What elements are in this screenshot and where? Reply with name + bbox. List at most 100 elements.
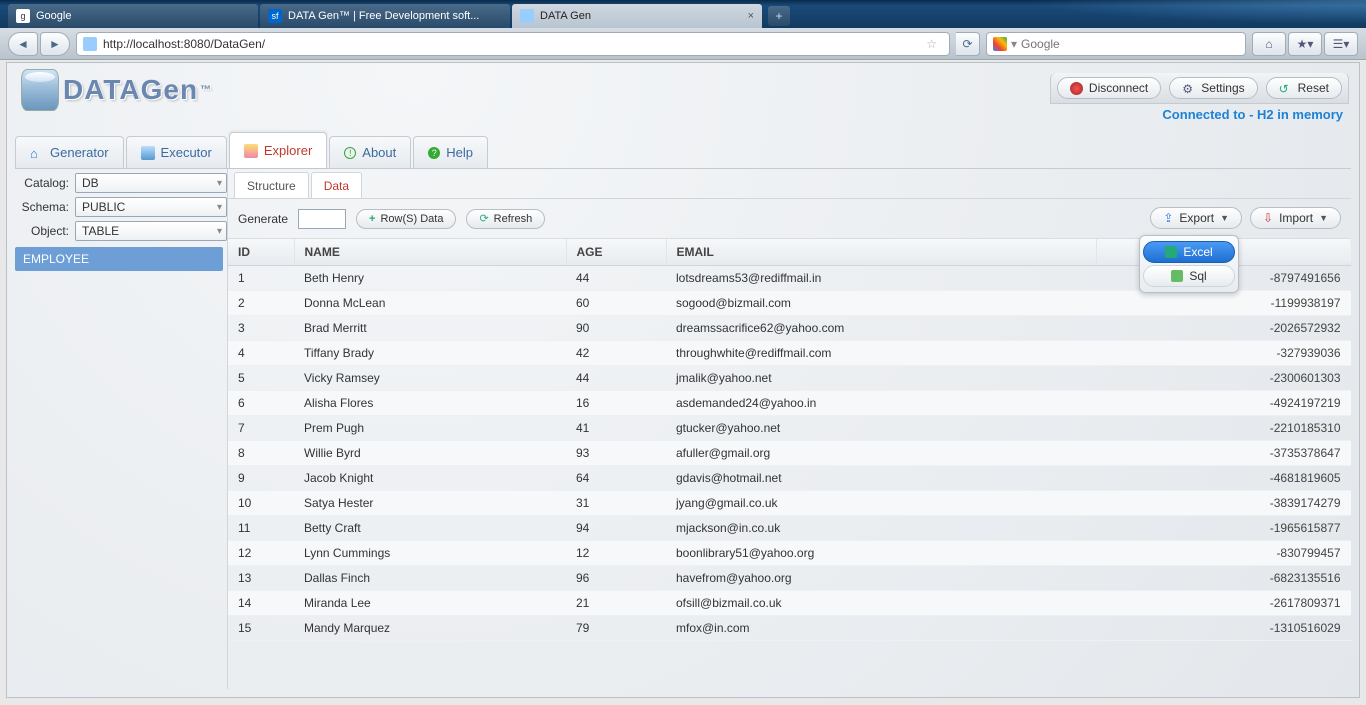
subtab-structure[interactable]: Structure — [234, 172, 309, 198]
table-row[interactable]: 5Vicky Ramsey44jmalik@yahoo.net-23006013… — [228, 366, 1351, 391]
browser-tab-google[interactable]: g Google — [8, 4, 258, 28]
generate-count-input[interactable] — [298, 209, 346, 229]
table-row[interactable]: 4Tiffany Brady42throughwhite@rediffmail.… — [228, 341, 1351, 366]
table-row[interactable]: 10Satya Hester31jyang@gmail.co.uk-383917… — [228, 491, 1351, 516]
tab-label: About — [362, 145, 396, 160]
tab-label: Explorer — [264, 143, 312, 158]
rows-data-button[interactable]: + Row(S) Data — [356, 209, 456, 229]
cell-name: Miranda Lee — [294, 591, 566, 616]
col-email[interactable]: EMAIL — [666, 239, 1096, 266]
cell-age: 90 — [566, 316, 666, 341]
catalog-row: Catalog: DB — [15, 173, 227, 193]
sql-icon — [1171, 270, 1183, 282]
cell-name: Donna McLean — [294, 291, 566, 316]
chevron-down-icon: ▼ — [1220, 213, 1229, 223]
help-icon: ? — [428, 147, 440, 159]
col-name[interactable]: NAME — [294, 239, 566, 266]
chevron-down-icon: ▼ — [1319, 213, 1328, 223]
object-label: Object: — [15, 224, 75, 238]
tab-about[interactable]: ! About — [329, 136, 411, 168]
browser-tab-datagen[interactable]: DATA Gen × — [512, 4, 762, 28]
tab-executor[interactable]: Executor — [126, 136, 227, 168]
new-tab-button[interactable]: + — [768, 6, 790, 26]
cell-age: 31 — [566, 491, 666, 516]
import-button[interactable]: ⇩ Import ▼ — [1250, 207, 1341, 229]
export-sql-label: Sql — [1189, 269, 1206, 283]
cell-name: Alisha Flores — [294, 391, 566, 416]
export-excel-label: Excel — [1183, 245, 1212, 259]
col-age[interactable]: AGE — [566, 239, 666, 266]
table-row[interactable]: 9Jacob Knight64gdavis@hotmail.net-468181… — [228, 466, 1351, 491]
back-button[interactable]: ◄ — [8, 32, 38, 56]
table-row[interactable]: 14Miranda Lee21ofsill@bizmail.co.uk-2617… — [228, 591, 1351, 616]
reload-button[interactable]: ⟳ — [956, 32, 980, 56]
app-page: DATAGen™ Disconnect ⚙ Settings ↺ Reset C… — [6, 62, 1360, 698]
sf-favicon-icon: sf — [268, 9, 282, 23]
table-row[interactable]: 8Willie Byrd93afuller@gmail.org-37353786… — [228, 441, 1351, 466]
table-row[interactable]: 6Alisha Flores16asdemanded24@yahoo.in-49… — [228, 391, 1351, 416]
subtab-data[interactable]: Data — [311, 172, 362, 198]
browser-search-box[interactable]: ▾ — [986, 32, 1246, 56]
catalog-select[interactable]: DB — [75, 173, 227, 193]
cell-email: sogood@bizmail.com — [666, 291, 1096, 316]
cell-email: jyang@gmail.co.uk — [666, 491, 1096, 516]
cell-id: 7 — [228, 416, 294, 441]
table-row[interactable]: 11Betty Craft94mjackson@in.co.uk-1965615… — [228, 516, 1351, 541]
refresh-icon: ⟳ — [479, 212, 488, 225]
cell-age: 12 — [566, 541, 666, 566]
cell-name: Dallas Finch — [294, 566, 566, 591]
data-toolbar: Generate + Row(S) Data ⟳ Refresh ⇪ Expor… — [228, 199, 1351, 239]
export-label: Export — [1179, 211, 1214, 225]
cell-name: Satya Hester — [294, 491, 566, 516]
table-row[interactable]: 15Mandy Marquez79mfox@in.com-1310516029 — [228, 616, 1351, 641]
data-grid: ID NAME AGE EMAIL 1Beth Henry44lotsdream… — [228, 239, 1351, 641]
settings-button[interactable]: ⚙ Settings — [1169, 77, 1257, 99]
trademark-icon: ™ — [200, 84, 212, 96]
home-button[interactable]: ⌂ — [1252, 32, 1286, 56]
reset-button[interactable]: ↺ Reset — [1266, 77, 1342, 99]
object-item-employee[interactable]: EMPLOYEE — [15, 247, 223, 271]
disconnect-label: Disconnect — [1089, 81, 1148, 95]
cell-id: 3 — [228, 316, 294, 341]
table-row[interactable]: 13Dallas Finch96havefrom@yahoo.org-68231… — [228, 566, 1351, 591]
menu-button[interactable]: ☰▾ — [1324, 32, 1358, 56]
cell-email: gtucker@yahoo.net — [666, 416, 1096, 441]
cell-name: Mandy Marquez — [294, 616, 566, 641]
search-dropdown-icon[interactable]: ▾ — [1011, 37, 1017, 51]
cell-name: Prem Pugh — [294, 416, 566, 441]
disconnect-button[interactable]: Disconnect — [1057, 77, 1161, 99]
table-row[interactable]: 2Donna McLean60sogood@bizmail.com-119993… — [228, 291, 1351, 316]
cell-name: Jacob Knight — [294, 466, 566, 491]
table-row[interactable]: 3Brad Merritt90dreamssacrifice62@yahoo.c… — [228, 316, 1351, 341]
cell-age: 41 — [566, 416, 666, 441]
tab-generator[interactable]: ⌂ Generator — [15, 136, 124, 168]
cell-email: dreamssacrifice62@yahoo.com — [666, 316, 1096, 341]
tab-explorer[interactable]: Explorer — [229, 132, 327, 168]
url-bar[interactable]: ☆ — [76, 32, 950, 56]
export-excel-item[interactable]: Excel — [1143, 241, 1235, 263]
url-input[interactable] — [103, 37, 920, 51]
cell-email: mjackson@in.co.uk — [666, 516, 1096, 541]
tab-help[interactable]: ? Help — [413, 136, 488, 168]
schema-select[interactable]: PUBLIC — [75, 197, 227, 217]
col-id[interactable]: ID — [228, 239, 294, 266]
table-row[interactable]: 12Lynn Cummings12boonlibrary51@yahoo.org… — [228, 541, 1351, 566]
cell-id: 4 — [228, 341, 294, 366]
export-button[interactable]: ⇪ Export ▼ — [1150, 207, 1242, 229]
cell-age: 21 — [566, 591, 666, 616]
disconnect-icon — [1070, 82, 1083, 95]
browser-chrome: g Google sf DATA Gen™ | Free Development… — [0, 0, 1366, 60]
browser-tab-sourceforge[interactable]: sf DATA Gen™ | Free Development soft... — [260, 4, 510, 28]
close-tab-icon[interactable]: × — [748, 10, 754, 22]
bookmark-star-icon[interactable]: ☆ — [926, 37, 937, 51]
refresh-button[interactable]: ⟳ Refresh — [466, 209, 545, 229]
bookmarks-button[interactable]: ★▾ — [1288, 32, 1322, 56]
object-select[interactable]: TABLE — [75, 221, 227, 241]
cell-email: mfox@in.com — [666, 616, 1096, 641]
export-sql-item[interactable]: Sql — [1143, 265, 1235, 287]
forward-button[interactable]: ► — [40, 32, 70, 56]
schema-row: Schema: PUBLIC — [15, 197, 227, 217]
data-grid-wrap[interactable]: › ID NAME AGE EMAIL 1Beth Henry44lotsdre… — [228, 239, 1351, 689]
browser-search-input[interactable] — [1021, 37, 1239, 51]
table-row[interactable]: 7Prem Pugh41gtucker@yahoo.net-2210185310 — [228, 416, 1351, 441]
